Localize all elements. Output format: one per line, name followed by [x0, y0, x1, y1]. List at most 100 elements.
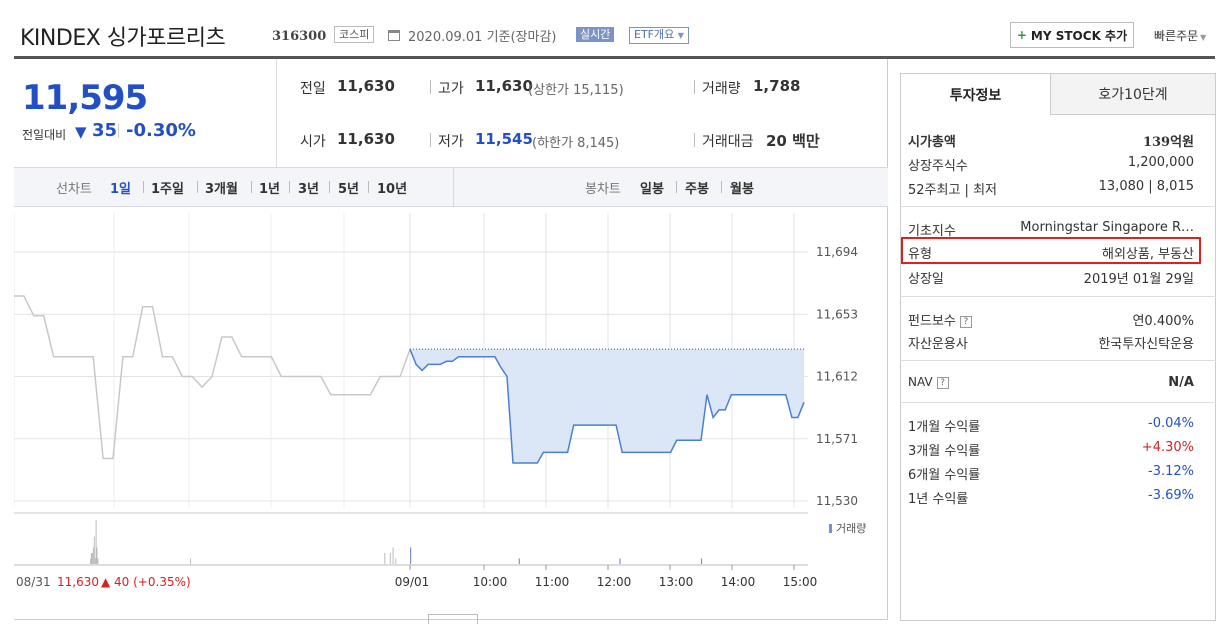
fee-value: 연0.400%	[1132, 314, 1194, 329]
volume-bar	[389, 553, 391, 564]
divider	[900, 402, 1216, 403]
chart-tab-bar	[14, 167, 888, 207]
return-3m-label: 3개월 수익률	[908, 444, 981, 459]
etf-overview-button[interactable]: ETF개요 ▼	[629, 27, 689, 44]
chevron-down-icon: ▼	[677, 31, 684, 40]
amount-value: 20 백만	[766, 132, 820, 150]
x-tick-label: 12:00	[597, 575, 632, 589]
return-1m-value: -0.04%	[1148, 416, 1194, 431]
nav-label-group: NAV?	[908, 375, 949, 389]
volume-bar	[410, 547, 412, 564]
diff-percent: -0.30%	[126, 120, 196, 141]
return-1y-label: 1년 수익률	[908, 492, 969, 507]
volume-legend: 거래량	[836, 522, 866, 535]
upper-limit: (상한가 15,115)	[528, 83, 624, 98]
prev-day-label: 08/31	[16, 575, 51, 589]
return-3m-value: +4.30%	[1141, 440, 1194, 455]
return-1y-value: -3.69%	[1148, 488, 1194, 503]
quick-order-button[interactable]: 빠른주문 ▼	[1154, 27, 1206, 44]
divider	[368, 181, 369, 193]
price-chart[interactable]: 11,694 11,653 11,612 11,571 11,530 09/01 10:0…	[14, 208, 888, 608]
divider	[430, 133, 431, 147]
market-tag: 코스피	[334, 26, 375, 43]
scroll-handle[interactable]	[428, 614, 478, 624]
chevron-down-icon: ▼	[1200, 33, 1207, 42]
open-value: 11,630	[337, 130, 395, 148]
volume-bar	[700, 558, 703, 564]
return-6m-value: -3.12%	[1148, 464, 1194, 479]
index-value: Morningstar Singapore R…	[1020, 220, 1194, 235]
volume-bar	[392, 547, 394, 564]
x-tick-label: 10:00	[473, 575, 508, 589]
divider	[430, 80, 431, 94]
volume-bar	[93, 536, 95, 564]
quick-order-label: 빠른주문	[1154, 29, 1199, 43]
x-tick-label: 15:00	[783, 575, 818, 589]
divider	[900, 360, 1216, 361]
tab-1year[interactable]: 1년	[259, 178, 280, 197]
candle-chart-label: 봉차트	[585, 182, 621, 197]
shares-value: 1,200,000	[1127, 155, 1194, 170]
x-axis-ticks: 09/01 10:00 11:00 12:00 13:00 14:00 15:00	[395, 565, 818, 589]
divider	[289, 181, 290, 193]
x-tick-label: 13:00	[659, 575, 694, 589]
x-tick-label: 14:00	[721, 575, 756, 589]
low-label: 저가	[438, 134, 464, 150]
divider	[453, 167, 454, 207]
tab-investment-info[interactable]: 투자정보	[901, 74, 1051, 115]
tab-monthly-candle[interactable]: 월봉	[730, 178, 754, 197]
stock-code: 316300	[272, 29, 327, 44]
prev-day-value: 11,630	[57, 575, 99, 589]
divider	[143, 181, 144, 193]
volume-bar	[518, 558, 520, 564]
x-tick-label: 09/01	[395, 575, 430, 589]
line-chart-label: 선차트	[56, 182, 92, 197]
prev-day-line	[14, 295, 411, 460]
plus-icon: +	[1016, 28, 1027, 42]
etf-overview-label: ETF개요	[634, 28, 675, 41]
market-cap-label: 시가총액	[908, 135, 956, 150]
help-icon[interactable]: ?	[936, 376, 949, 389]
y-tick-label: 11,571	[816, 432, 858, 446]
low-value: 11,545	[475, 130, 533, 148]
divider	[721, 181, 722, 193]
divider	[900, 296, 1216, 297]
tab-weekly-candle[interactable]: 주봉	[685, 178, 709, 197]
return-1m-label: 1개월 수익률	[908, 420, 981, 435]
my-stock-add-button[interactable]: + MY STOCK 추가	[1010, 22, 1134, 48]
prev-day-change: ▲ 40 (+0.35%)	[101, 575, 191, 589]
tab-5year[interactable]: 5년	[338, 178, 359, 197]
diff-label: 전일대비	[22, 128, 67, 142]
volume-bar	[619, 558, 621, 564]
nav-value: N/A	[1168, 375, 1194, 390]
divider	[676, 181, 677, 193]
volume-legend-swatch	[829, 524, 832, 533]
stock-name: KINDEX 싱가포르리츠	[20, 26, 226, 51]
manager-value: 한국투자신탁운용	[1098, 337, 1194, 352]
volume-bar	[95, 520, 97, 564]
volume-bar	[384, 553, 386, 564]
tab-10year[interactable]: 10년	[377, 178, 407, 197]
tab-order-book[interactable]: 호가10단계	[1051, 74, 1215, 115]
realtime-button[interactable]: 실시간	[576, 27, 615, 42]
y-axis-ticks: 11,694 11,653 11,612 11,571 11,530	[816, 245, 858, 508]
high-label: 고가	[438, 81, 464, 97]
help-icon[interactable]: ?	[959, 315, 972, 328]
volume-bar	[94, 558, 96, 564]
high-value: 11,630	[475, 77, 533, 95]
amount-label: 거래대금	[702, 134, 754, 150]
listing-label: 상장일	[908, 272, 944, 287]
divider	[694, 133, 695, 147]
tab-3month[interactable]: 3개월	[205, 178, 238, 197]
my-stock-add-label: MY STOCK 추가	[1030, 28, 1128, 43]
nav-label: NAV	[908, 375, 933, 389]
tab-1week[interactable]: 1주일	[151, 178, 184, 197]
tab-1day[interactable]: 1일	[110, 178, 131, 197]
highlight-box	[901, 237, 1201, 264]
tab-3year[interactable]: 3년	[298, 178, 319, 197]
return-6m-label: 6개월 수익률	[908, 468, 981, 483]
volume-value: 1,788	[753, 77, 801, 95]
volume-bar	[96, 547, 98, 564]
divider	[694, 80, 695, 94]
tab-daily-candle[interactable]: 일봉	[640, 178, 664, 197]
